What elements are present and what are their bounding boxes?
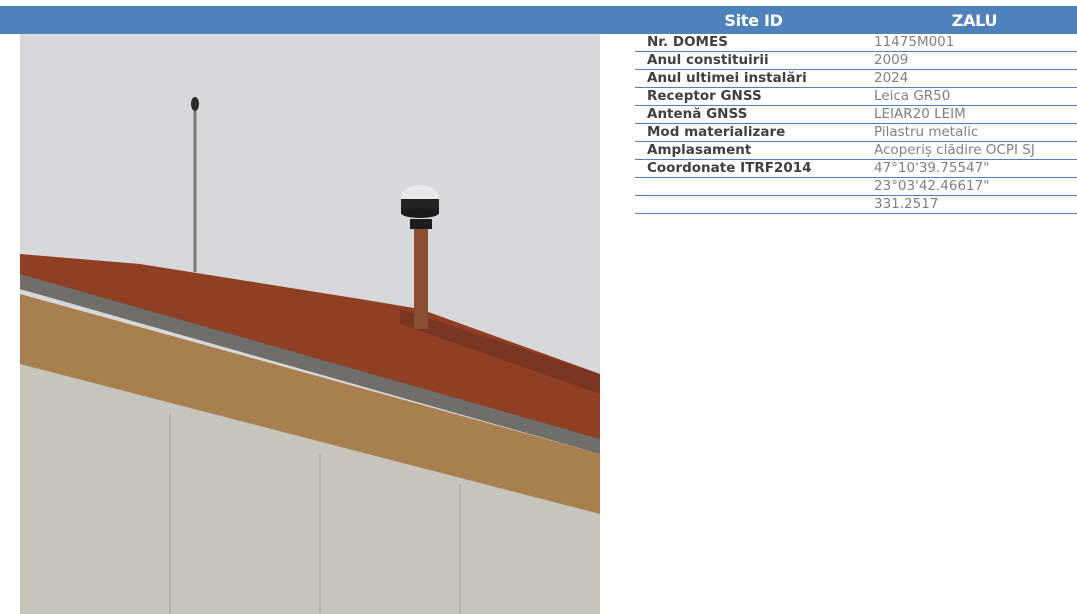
row-value: 11475M001 — [872, 34, 1077, 52]
row-value: 23°03'42.46617" — [872, 177, 1077, 196]
row-value: 2009 — [872, 51, 1077, 70]
row-value: Pilastru metalic — [872, 123, 1077, 142]
table-row: 23°03'42.46617" — [635, 177, 1077, 196]
table-row: Receptor GNSS Leica GR50 — [635, 87, 1077, 106]
site-id-value: ZALU — [872, 6, 1077, 34]
row-label: Anul constituirii — [635, 51, 872, 70]
header-band — [0, 6, 635, 34]
table-row: Nr. DOMES 11475M001 — [635, 34, 1077, 52]
row-value: 2024 — [872, 69, 1077, 88]
site-photo — [20, 34, 600, 614]
row-value: 47°10'39.75547" — [872, 159, 1077, 178]
row-label: Mod materializare — [635, 123, 872, 142]
table-header-row: Site ID ZALU — [635, 6, 1077, 34]
table-row: Antenă GNSS LEIAR20 LEIM — [635, 105, 1077, 124]
table-row: Anul constituirii 2009 — [635, 51, 1077, 70]
row-label — [635, 177, 872, 196]
table-row: Amplasament Acoperiș clădire OCPI SJ — [635, 141, 1077, 160]
table-row: Mod materializare Pilastru metalic — [635, 123, 1077, 142]
row-value: Leica GR50 — [872, 87, 1077, 106]
row-label: Amplasament — [635, 141, 872, 160]
row-value: LEIAR20 LEIM — [872, 105, 1077, 124]
row-label: Coordonate ITRF2014 — [635, 159, 872, 178]
table-row: Anul ultimei instalări 2024 — [635, 69, 1077, 88]
table-row: Coordonate ITRF2014 47°10'39.75547" — [635, 159, 1077, 178]
row-label: Anul ultimei instalări — [635, 69, 872, 88]
row-label: Receptor GNSS — [635, 87, 872, 106]
row-value: Acoperiș clădire OCPI SJ — [872, 141, 1077, 160]
site-info-table: Site ID ZALU Nr. DOMES 11475M001 Anul co… — [635, 6, 1077, 214]
row-label: Antenă GNSS — [635, 105, 872, 124]
table-row: 331.2517 — [635, 195, 1077, 214]
row-label — [635, 195, 872, 214]
row-label: Nr. DOMES — [635, 34, 872, 52]
site-id-header: Site ID — [635, 6, 872, 34]
row-value: 331.2517 — [872, 195, 1077, 214]
